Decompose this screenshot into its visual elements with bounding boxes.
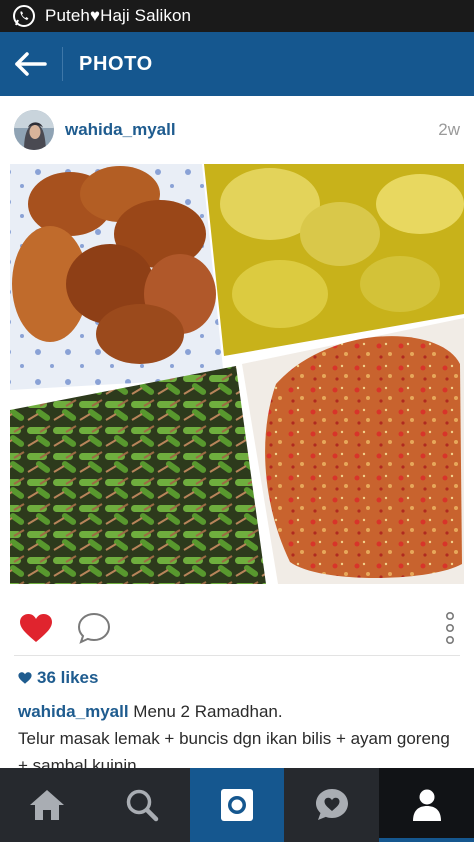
heart-icon: [20, 614, 52, 642]
caption-username[interactable]: wahida_myall: [18, 702, 129, 721]
nav-camera[interactable]: [189, 768, 285, 842]
back-button[interactable]: [0, 32, 62, 96]
header-divider: [62, 47, 63, 81]
home-icon: [30, 790, 65, 820]
post-time: 2w: [438, 120, 460, 139]
comment-icon: [77, 612, 111, 644]
bottom-nav: [0, 768, 474, 842]
like-button[interactable]: [16, 608, 56, 648]
avatar[interactable]: [14, 110, 54, 150]
nav-profile[interactable]: [379, 768, 474, 842]
arrow-left-icon: [15, 52, 47, 76]
nav-activity[interactable]: [284, 768, 379, 842]
camera-icon: [220, 789, 253, 821]
notification-text[interactable]: Puteh♥Haji Salikon: [45, 6, 191, 26]
page-title: PHOTO: [79, 52, 153, 75]
whatsapp-icon: [13, 5, 35, 27]
post-caption: wahida_myall Menu 2 Ramadhan. Telur masa…: [18, 698, 458, 779]
search-icon: [126, 789, 159, 822]
caption-title: Menu 2 Ramadhan.: [128, 702, 283, 721]
nav-home[interactable]: [0, 768, 95, 842]
notification-bar: Puteh♥Haji Salikon: [0, 0, 474, 32]
heart-bubble-icon: [315, 789, 348, 820]
post-username[interactable]: wahida_myall: [65, 120, 176, 140]
small-heart-icon: [18, 672, 32, 684]
post-header: wahida_myall 2w: [0, 96, 474, 164]
actions-divider: [14, 655, 460, 656]
likes-text: 36 likes: [37, 668, 99, 687]
nav-explore[interactable]: [95, 768, 190, 842]
more-vertical-icon: [445, 611, 455, 644]
app-header: PHOTO: [0, 32, 474, 96]
more-options-button[interactable]: [436, 608, 464, 648]
post-photo[interactable]: [0, 164, 474, 596]
likes-count[interactable]: 36 likes: [18, 668, 98, 688]
comment-button[interactable]: [74, 608, 114, 648]
post-actions: [0, 600, 474, 656]
person-icon: [412, 789, 441, 821]
